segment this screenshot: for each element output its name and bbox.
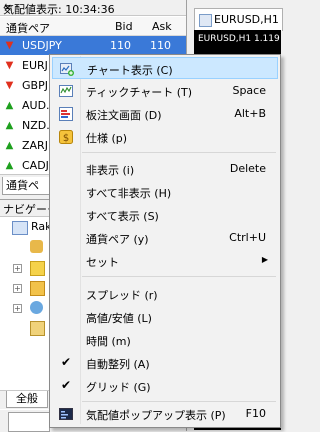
chart-info-label: EURUSD,H1 1.119: [198, 34, 280, 44]
chart-tab[interactable]: EURUSD,H1: [194, 8, 283, 31]
menu-item-auto-arrange[interactable]: ✔ 自動整列 (A): [52, 352, 278, 374]
arrow-down-icon: ▼: [5, 60, 14, 71]
menu-item-shortcut: Space: [232, 84, 266, 97]
menu-item-symbols[interactable]: 通貨ペア (y) Ctrl+U: [52, 227, 278, 249]
expand-icon[interactable]: +: [13, 284, 22, 293]
menu-item-hide[interactable]: 非表示 (i) Delete: [52, 158, 278, 180]
depth-of-market-icon: [59, 107, 73, 121]
arrow-down-icon: ▼: [5, 80, 14, 91]
tick-chart-icon: [59, 85, 73, 97]
market-watch-titlebar: 気配値表示: 10:34:36 ×: [0, 0, 186, 16]
menu-item-label: 気配値ポップアップ表示 (P): [86, 409, 226, 422]
popup-prices-icon: [59, 408, 73, 420]
menu-separator: [82, 276, 276, 277]
menu-item-grid[interactable]: ✔ グリッド (G): [52, 375, 278, 397]
chart-window-icon: [60, 63, 74, 76]
close-icon[interactable]: ×: [3, 1, 183, 14]
menu-item-label: 高値/安値 (L): [86, 312, 152, 325]
menu-item-label: セット: [86, 256, 119, 269]
menu-item-label: グリッド (G): [86, 381, 151, 394]
menu-item-shortcut: Delete: [229, 162, 266, 175]
chart-icon: [199, 14, 212, 27]
context-menu: チャート表示 (C) ティックチャート (T) Space 板注文画面 (D) …: [49, 54, 281, 428]
menu-item-label: すべて非表示 (H): [86, 187, 172, 200]
column-ask[interactable]: Ask: [152, 20, 172, 33]
arrow-up-icon: ▲: [5, 120, 14, 131]
indicators-icon[interactable]: [30, 261, 45, 276]
symbol-row[interactable]: ▼ USDJPY 110 110: [0, 36, 186, 55]
menu-item-show-all[interactable]: すべて表示 (S): [52, 204, 278, 226]
specification-icon: $: [59, 130, 73, 144]
svg-text:$: $: [63, 133, 69, 144]
symbol-name: USDJPY: [22, 39, 62, 52]
menu-item-label: 板注文画面 (D): [86, 109, 162, 122]
market-watch-header: 通貨ペア Bid Ask: [0, 17, 186, 36]
symbol-name: GBPJ: [22, 79, 48, 92]
menu-item-label: 通貨ペア (y): [86, 233, 149, 246]
symbol-name: CADJ: [22, 159, 49, 172]
toolbox-tab[interactable]: [8, 412, 50, 432]
column-bid[interactable]: Bid: [115, 20, 133, 33]
menu-item-specification[interactable]: $ 仕様 (p): [52, 126, 278, 148]
scripts-icon[interactable]: [30, 301, 43, 314]
menu-item-label: 時間 (m): [86, 335, 131, 348]
column-symbol[interactable]: 通貨ペア: [6, 20, 50, 36]
menu-item-label: スプレッド (r): [86, 289, 158, 302]
arrow-up-icon: ▲: [5, 100, 14, 111]
expert-advisors-icon[interactable]: [30, 281, 45, 296]
menu-item-hide-all[interactable]: すべて非表示 (H): [52, 181, 278, 203]
menu-item-high-low[interactable]: 高値/安値 (L): [52, 306, 278, 328]
menu-item-shortcut: Alt+B: [234, 107, 266, 120]
scripts-folder-icon[interactable]: [30, 321, 45, 336]
menu-separator: [82, 401, 276, 402]
menu-item-tick-chart[interactable]: ティックチャート (T) Space: [52, 80, 278, 102]
menu-separator: [82, 152, 276, 153]
account-folder-icon: [12, 221, 28, 235]
tab-general[interactable]: 全般: [6, 391, 48, 408]
accounts-icon[interactable]: [30, 240, 43, 253]
symbol-name: EURJ: [22, 59, 48, 72]
chart-tab-label: EURUSD,H1: [214, 13, 279, 26]
check-icon: ✔: [61, 355, 72, 369]
menu-item-label: チャート表示 (C): [87, 64, 173, 77]
expand-icon[interactable]: +: [13, 304, 22, 313]
menu-item-time[interactable]: 時間 (m): [52, 329, 278, 351]
ask-value: 110: [150, 39, 171, 52]
menu-item-label: 仕様 (p): [86, 132, 128, 145]
check-icon: ✔: [61, 378, 72, 392]
menu-item-shortcut: Ctrl+U: [229, 231, 266, 244]
menu-item-label: 非表示 (i): [86, 164, 135, 177]
menu-item-popup-prices[interactable]: 気配値ポップアップ表示 (P) F10: [52, 403, 278, 425]
bid-value: 110: [110, 39, 131, 52]
menu-item-sets[interactable]: セット ▶: [52, 250, 278, 272]
menu-item-depth-of-market[interactable]: 板注文画面 (D) Alt+B: [52, 103, 278, 125]
menu-item-shortcut: F10: [245, 407, 266, 420]
symbol-name: ZARJ: [22, 139, 48, 152]
menu-item-label: ティックチャート (T): [86, 86, 193, 99]
arrow-up-icon: ▲: [5, 140, 14, 151]
submenu-arrow-icon: ▶: [261, 255, 268, 264]
arrow-up-icon: ▲: [5, 160, 14, 171]
menu-item-chart-window[interactable]: チャート表示 (C): [52, 57, 278, 79]
expand-icon[interactable]: +: [13, 264, 22, 273]
menu-item-label: 自動整列 (A): [86, 358, 150, 371]
menu-item-label: すべて表示 (S): [86, 210, 159, 223]
arrow-down-icon: ▼: [5, 40, 14, 51]
menu-item-spread[interactable]: スプレッド (r): [52, 283, 278, 305]
